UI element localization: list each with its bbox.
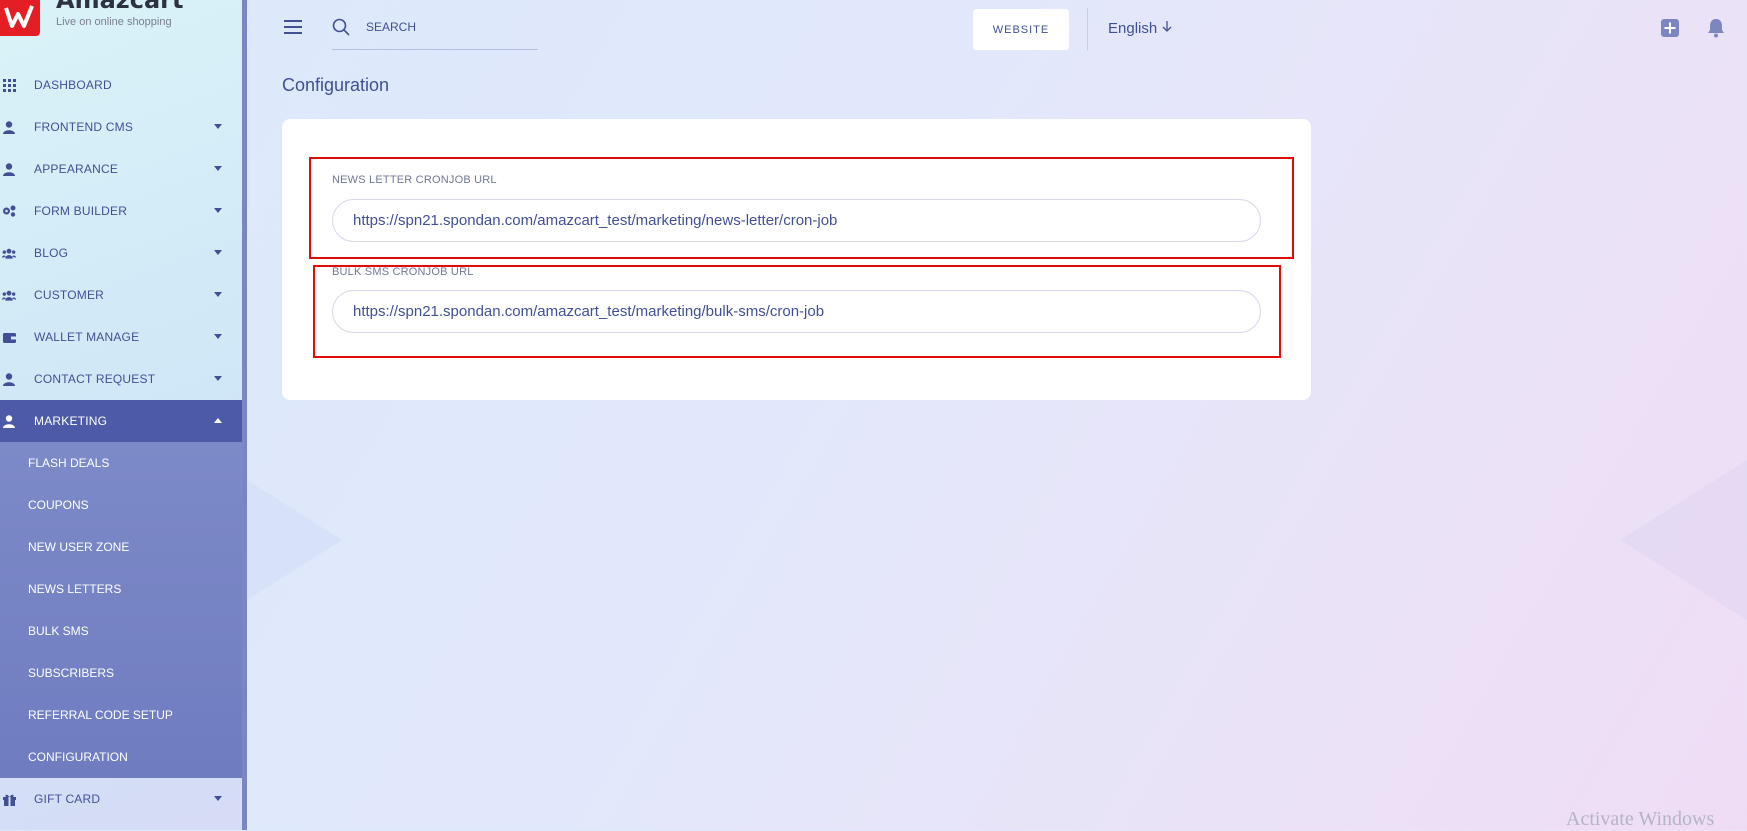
brand-tagline: Live on online shopping <box>56 16 172 28</box>
chevron-down-icon <box>214 292 222 297</box>
chevron-down-icon <box>214 376 222 381</box>
page-title: Configuration <box>282 75 390 95</box>
user-icon <box>2 372 16 386</box>
sidebar: Amazcart Live on online shopping DASHBOA… <box>0 0 247 830</box>
sidebar-item-label: MARKETING <box>34 414 108 428</box>
sidebar-item-wallet-manage[interactable]: WALLET MANAGE <box>0 316 242 358</box>
sidebar-item-label: WALLET MANAGE <box>34 330 140 344</box>
background-decoration <box>247 480 342 600</box>
sidebar-item-dashboard[interactable]: DASHBOARD <box>0 64 242 106</box>
background-decoration <box>1620 460 1747 620</box>
users-icon <box>2 246 16 260</box>
submenu-item-subscribers[interactable]: SUBSCRIBERS <box>0 652 242 694</box>
sidebar-item-marketing[interactable]: MARKETING <box>0 400 242 442</box>
submenu-item-news-letters[interactable]: NEWS LETTERS <box>0 568 242 610</box>
sidebar-item-customer[interactable]: CUSTOMER <box>0 274 242 316</box>
sidebar-item-label: APPEARANCE <box>34 162 119 176</box>
wallet-icon <box>2 330 16 344</box>
sidebar-item-form-builder[interactable]: FORM BUILDER <box>0 190 242 232</box>
search-icon <box>332 18 350 41</box>
user-icon <box>2 120 16 134</box>
sidebar-item-label: BLOG <box>34 246 69 260</box>
newsletter-cronjob-label: NEWS LETTER CRONJOB URL <box>332 174 497 186</box>
submenu-item-referral-code-setup[interactable]: REFERRAL CODE SETUP <box>0 694 242 736</box>
sidebar-item-label: FORM BUILDER <box>34 204 128 218</box>
bulk-sms-cronjob-label: BULK SMS CRONJOB URL <box>332 266 474 278</box>
logo[interactable]: Amazcart Live on online shopping <box>0 0 240 40</box>
sidebar-item-contact-request[interactable]: CONTACT REQUEST <box>0 358 242 400</box>
users-icon <box>2 288 16 302</box>
bulk-sms-cronjob-url-input[interactable] <box>332 290 1261 333</box>
website-button[interactable]: WEBSITE <box>973 9 1069 50</box>
search-bar <box>332 14 538 50</box>
sidebar-item-label: FRONTEND CMS <box>34 120 134 134</box>
divider <box>1087 8 1088 50</box>
sidebar-item-label: GIFT CARD <box>34 792 101 806</box>
submenu-item-coupons[interactable]: COUPONS <box>0 484 242 526</box>
grid-icon <box>2 78 16 92</box>
chevron-down-icon <box>214 334 222 339</box>
logo-mark-icon <box>0 0 40 36</box>
chevron-up-icon <box>214 418 222 423</box>
hamburger-icon <box>284 32 302 34</box>
activate-windows-watermark: Activate Windows <box>1566 808 1715 830</box>
sidebar-item-label: CONTACT REQUEST <box>34 372 156 386</box>
chevron-down-icon <box>214 124 222 129</box>
sidebar-item-appearance[interactable]: APPEARANCE <box>0 148 242 190</box>
sidebar-item-frontend-cms[interactable]: FRONTEND CMS <box>0 106 242 148</box>
cogs-icon <box>2 204 16 218</box>
menu-toggle-button[interactable] <box>284 20 302 34</box>
notification-bell-icon[interactable] <box>1707 18 1725 43</box>
language-selector[interactable]: English <box>1108 20 1173 37</box>
add-new-icon[interactable] <box>1661 19 1679 42</box>
hamburger-icon <box>284 20 302 22</box>
chevron-down-icon <box>214 796 222 801</box>
gift-icon <box>2 792 16 806</box>
sidebar-nav: DASHBOARD FRONTEND CMS APPEARANCE FORM B… <box>0 64 242 820</box>
sidebar-item-label: DASHBOARD <box>34 78 112 92</box>
marketing-submenu: FLASH DEALS COUPONS NEW USER ZONE NEWS L… <box>0 442 242 778</box>
sidebar-item-label: CUSTOMER <box>34 288 105 302</box>
sidebar-item-gift-card[interactable]: GIFT CARD <box>0 778 242 820</box>
sidebar-item-blog[interactable]: BLOG <box>0 232 242 274</box>
submenu-item-flash-deals[interactable]: FLASH DEALS <box>0 442 242 484</box>
chevron-down-icon <box>214 250 222 255</box>
hamburger-icon <box>284 26 302 28</box>
arrow-down-icon <box>1161 20 1173 37</box>
chevron-down-icon <box>214 166 222 171</box>
newsletter-cronjob-url-input[interactable] <box>332 199 1261 242</box>
search-input[interactable] <box>364 19 538 35</box>
chevron-down-icon <box>214 208 222 213</box>
submenu-item-new-user-zone[interactable]: NEW USER ZONE <box>0 526 242 568</box>
user-icon <box>2 414 16 428</box>
language-label: English <box>1108 20 1158 37</box>
user-icon <box>2 162 16 176</box>
submenu-item-bulk-sms[interactable]: BULK SMS <box>0 610 242 652</box>
submenu-item-configuration[interactable]: CONFIGURATION <box>0 736 242 778</box>
brand-name: Amazcart <box>56 0 184 14</box>
